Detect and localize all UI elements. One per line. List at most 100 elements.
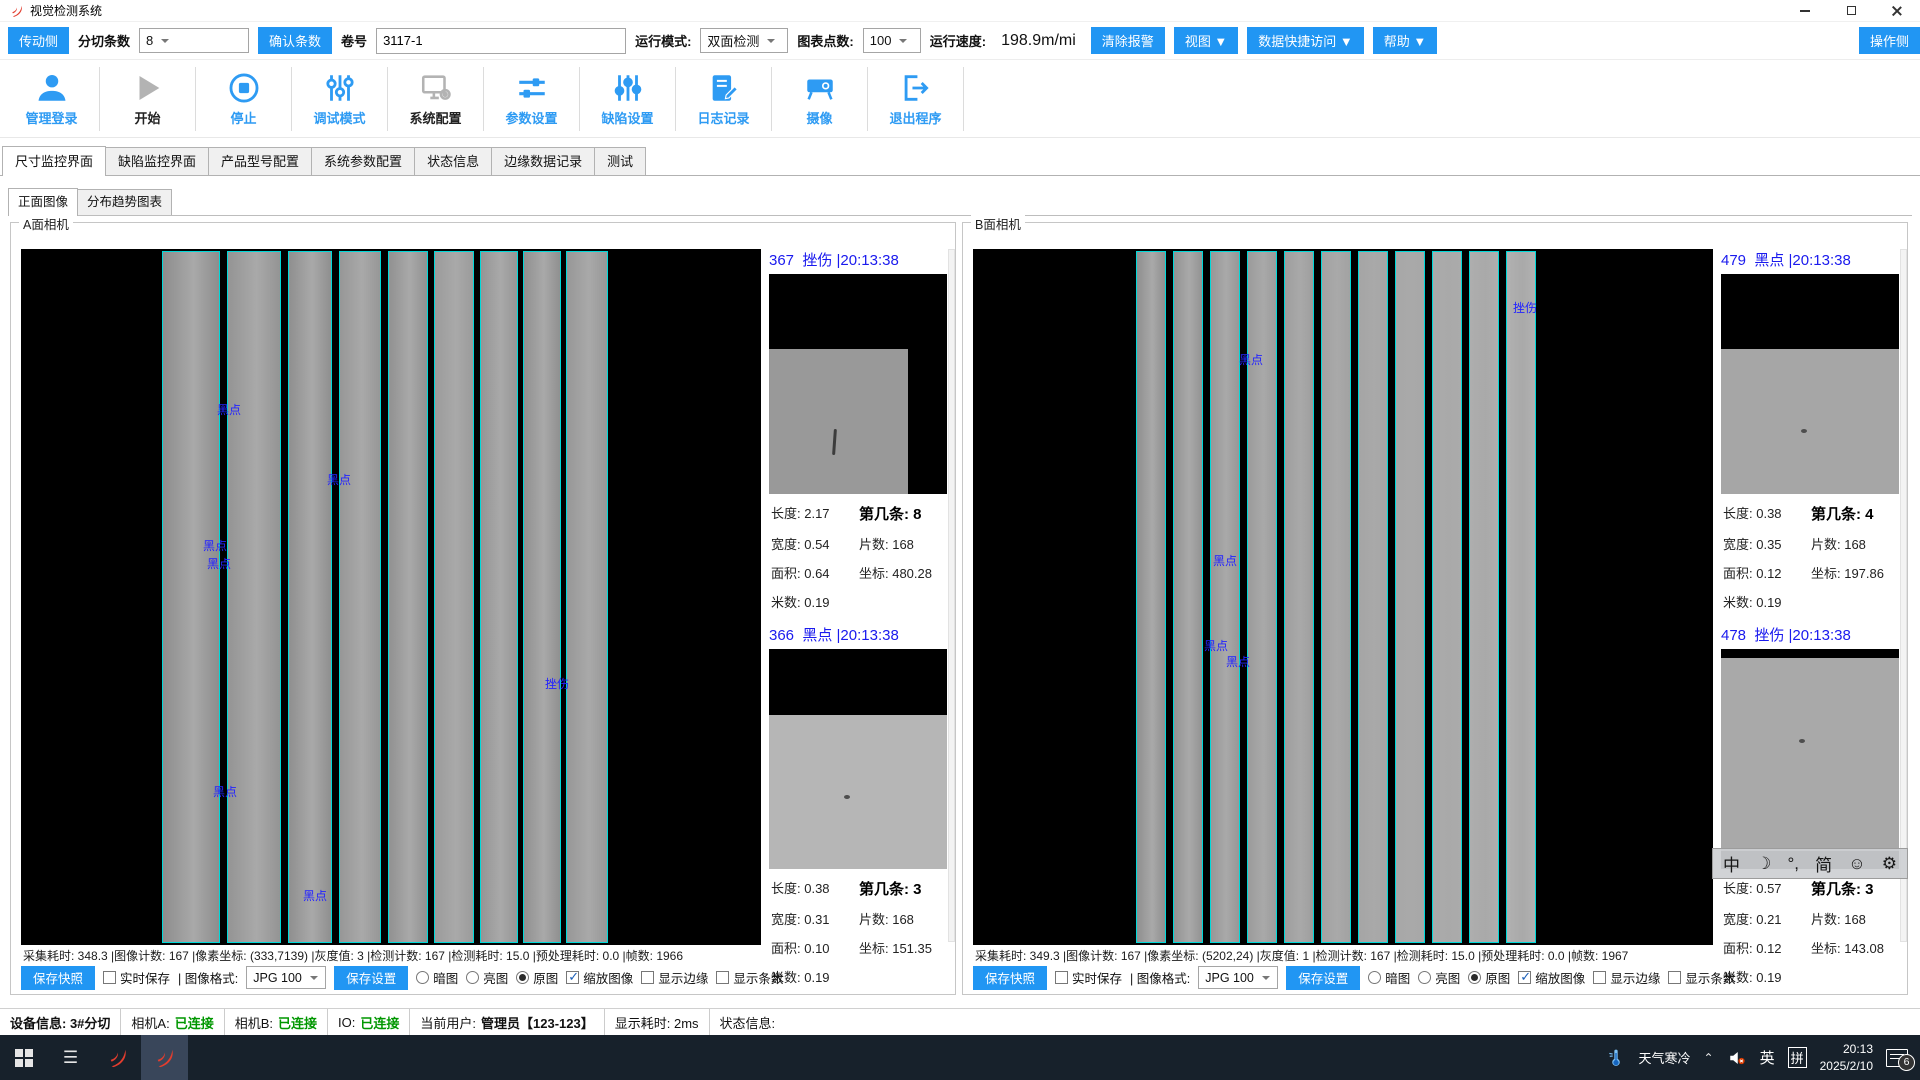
task-view-button[interactable]: ☰: [47, 1035, 94, 1080]
save-settings-button[interactable]: 保存设置: [1286, 966, 1360, 990]
volume-muted-icon[interactable]: [1727, 1049, 1747, 1067]
ime-settings-gear-icon[interactable]: ⚙: [1882, 854, 1897, 874]
defect-card[interactable]: 478 挫伤 |20:13:38长度: 0.57第几条: 3宽度: 0.21片数…: [1721, 624, 1899, 986]
dark-image-radio[interactable]: 暗图: [1368, 968, 1410, 987]
tool-stop[interactable]: 停止: [196, 67, 292, 131]
debug-sliders-icon: [323, 71, 357, 105]
stat-item: 米数: 0.19: [771, 967, 855, 986]
ime-lang-indicator[interactable]: 中: [1723, 851, 1740, 876]
clear-alarm-button[interactable]: 清除报警: [1091, 27, 1165, 54]
original-image-radio[interactable]: 原图: [1468, 968, 1510, 987]
ime-charset-simplified[interactable]: 简: [1815, 851, 1832, 876]
defect-snapshot-image: [1721, 649, 1899, 869]
ime-language-button[interactable]: 英: [1760, 1047, 1775, 1068]
connection-status: 已连接: [360, 1013, 399, 1032]
image-format-select[interactable]: JPG 100: [246, 966, 326, 989]
main-tab-1[interactable]: 缺陷监控界面: [105, 147, 209, 175]
show-edge-checkbox[interactable]: 显示边缘: [1593, 968, 1660, 987]
camera-a-defect-list: 367 挫伤 |20:13:38长度: 2.17第几条: 8宽度: 0.54片数…: [769, 249, 947, 989]
show-strips-checkbox[interactable]: 显示条数: [716, 968, 783, 987]
main-tab-4[interactable]: 状态信息: [414, 147, 492, 175]
camera-a-title: A面相机: [19, 214, 73, 233]
ime-punctuation-icon[interactable]: °,: [1787, 854, 1799, 874]
display-time: 显示耗时: 2ms: [605, 1009, 710, 1035]
clock-date: 2025/2/10: [1820, 1059, 1873, 1073]
help-menu-button[interactable]: 帮助 ▼: [1373, 27, 1437, 54]
maximize-button[interactable]: [1828, 0, 1874, 22]
hidden-icons-chevron[interactable]: ⌃: [1704, 1051, 1714, 1065]
data-quick-access-button[interactable]: 数据快捷访问 ▼: [1247, 27, 1363, 54]
film-strip: [288, 251, 332, 943]
defect-stats: 长度: 0.57第几条: 3宽度: 0.21片数: 168面积: 0.12坐标:…: [1721, 869, 1899, 986]
tool-camera[interactable]: 摄像: [772, 67, 868, 131]
zoom-image-checkbox[interactable]: 缩放图像: [566, 968, 633, 987]
ime-mode-button[interactable]: 拼: [1788, 1047, 1807, 1068]
tool-log-book[interactable]: 日志记录: [676, 67, 772, 131]
start-button[interactable]: [0, 1035, 47, 1080]
run-speed-value: 198.9m/mi: [995, 32, 1082, 50]
bright-image-radio[interactable]: 亮图: [1418, 968, 1460, 987]
defect-label: 黑点: [203, 537, 227, 554]
operator-side-button[interactable]: 操作侧: [1859, 27, 1920, 54]
view-menu-button[interactable]: 视图 ▼: [1174, 27, 1238, 54]
film-strip: [1395, 251, 1425, 943]
show-strips-checkbox[interactable]: 显示条数: [1668, 968, 1735, 987]
dark-image-radio[interactable]: 暗图: [416, 968, 458, 987]
zoom-image-checkbox[interactable]: 缩放图像: [1518, 968, 1585, 987]
ime-fullhalf-moon-icon[interactable]: ☽: [1756, 854, 1771, 874]
defect-label: 黑点: [213, 783, 237, 800]
image-format-label: | 图像格式:: [178, 968, 238, 987]
taskbar-clock[interactable]: 20:13 2025/2/10: [1820, 1041, 1873, 1073]
tool-debug-sliders[interactable]: 调试模式: [292, 67, 388, 131]
image-format-select[interactable]: JPG 100: [1198, 966, 1278, 989]
main-tab-2[interactable]: 产品型号配置: [208, 147, 312, 175]
weather-status[interactable]: 天气寒冷: [1639, 1048, 1691, 1067]
realtime-save-checkbox[interactable]: 实时保存: [1055, 968, 1122, 987]
sub-tab-0[interactable]: 正面图像: [8, 188, 78, 216]
tool-user[interactable]: 管理登录: [4, 67, 100, 131]
show-edge-checkbox[interactable]: 显示边缘: [641, 968, 708, 987]
ime-emoji-icon[interactable]: ☺: [1848, 854, 1865, 874]
tool-exit[interactable]: 退出程序: [868, 67, 964, 131]
main-tab-3[interactable]: 系统参数配置: [311, 147, 415, 175]
defect-card[interactable]: 479 黑点 |20:13:38长度: 0.38第几条: 4宽度: 0.35片数…: [1721, 249, 1899, 611]
bright-image-radio[interactable]: 亮图: [466, 968, 508, 987]
save-settings-button[interactable]: 保存设置: [334, 966, 408, 990]
film-strip: [388, 251, 428, 943]
defect-card[interactable]: 367 挫伤 |20:13:38长度: 2.17第几条: 8宽度: 0.54片数…: [769, 249, 947, 611]
status-info-label: 状态信息:: [710, 1009, 786, 1035]
current-user: 当前用户:管理员【123-123】: [410, 1009, 604, 1035]
drive-side-button[interactable]: 传动侧: [8, 27, 69, 54]
main-tab-5[interactable]: 边缘数据记录: [491, 147, 595, 175]
defect-card[interactable]: 366 黑点 |20:13:38长度: 0.38第几条: 3宽度: 0.31片数…: [769, 624, 947, 986]
running-app-button[interactable]: [141, 1035, 188, 1080]
original-image-radio[interactable]: 原图: [516, 968, 558, 987]
main-tab-6[interactable]: 测试: [594, 147, 646, 175]
pinned-app-button[interactable]: [94, 1035, 141, 1080]
camera-a-panel: A面相机 黑点黑点黑点黑点挫伤黑点黑点 367 挫伤 |20:13:38长度: …: [10, 222, 956, 995]
stat-item: 面积: 0.12: [1723, 563, 1807, 582]
tool-label: 摄像: [806, 108, 832, 127]
confirm-count-button[interactable]: 确认条数: [258, 27, 332, 54]
run-mode-select[interactable]: 双面检测: [700, 28, 788, 53]
roll-number-input[interactable]: [376, 28, 626, 54]
tool-play[interactable]: 开始: [100, 67, 196, 131]
sub-tab-1[interactable]: 分布趋势图表: [77, 189, 172, 215]
stat-item: 第几条: 3: [1811, 878, 1897, 899]
chart-points-select[interactable]: 100: [863, 28, 921, 53]
save-snapshot-button[interactable]: 保存快照: [973, 966, 1047, 990]
realtime-save-checkbox[interactable]: 实时保存: [103, 968, 170, 987]
film-strip: [1284, 251, 1314, 943]
action-center-button[interactable]: 6: [1886, 1049, 1908, 1067]
minimize-button[interactable]: [1782, 0, 1828, 22]
tool-defect-sliders[interactable]: 缺陷设置: [580, 67, 676, 131]
close-button[interactable]: [1874, 0, 1920, 22]
defect-list-scrollbar[interactable]: [1900, 249, 1907, 942]
main-tab-0[interactable]: 尺寸监控界面: [2, 146, 106, 176]
slit-count-select[interactable]: 8: [139, 28, 249, 53]
defect-list-scrollbar[interactable]: [948, 249, 955, 942]
tool-param-sliders[interactable]: 参数设置: [484, 67, 580, 131]
stat-item: 长度: 0.38: [771, 878, 855, 899]
tool-system-config[interactable]: 系统配置: [388, 67, 484, 131]
save-snapshot-button[interactable]: 保存快照: [21, 966, 95, 990]
